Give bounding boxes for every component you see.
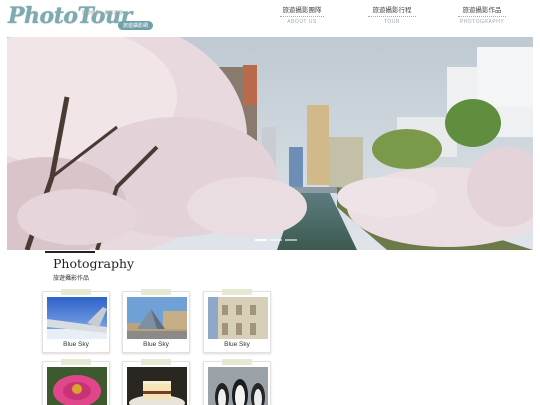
logo-text: PhotoTour	[8, 3, 132, 29]
nav-label-en: TOUR	[383, 19, 401, 25]
logo-tagline: 旅遊攝影‧攝影遊程	[82, 10, 123, 15]
slider-dot[interactable]	[255, 239, 267, 241]
nav-label-zh: 旅遊攝影行程	[368, 4, 416, 17]
site-logo[interactable]: PhotoTour 旅遊攝影‧攝影遊程 旅遊攝影網	[8, 3, 154, 34]
penguins-photo	[208, 367, 268, 405]
tape-decoration	[141, 359, 171, 365]
gallery-card[interactable]	[42, 359, 110, 405]
nav-label-zh: 旅遊攝影作品	[458, 4, 506, 17]
gallery-caption: Blue Sky	[63, 341, 89, 348]
tape-decoration	[222, 289, 252, 295]
gallery-card[interactable]: Blue Sky	[42, 289, 110, 353]
louvre-pyramid-photo	[127, 297, 187, 339]
nav-item-about-us[interactable]: 旅遊攝影團隊 ABOUT US	[280, 4, 324, 26]
tape-decoration	[141, 289, 171, 295]
nav-label-zh: 旅遊攝影團隊	[280, 4, 324, 17]
nav-item-tour[interactable]: 旅遊攝影行程 TOUR	[368, 4, 416, 26]
airplane-wing-photo	[47, 297, 107, 339]
gallery-card[interactable]: Blue Sky	[203, 289, 271, 353]
section-divider	[45, 251, 95, 253]
nav-item-photography[interactable]: 旅遊攝影作品 PHOTOGRAPHY	[458, 4, 506, 26]
slider-dot[interactable]	[285, 239, 297, 241]
building-facade-photo	[208, 297, 268, 339]
gallery-card[interactable]	[122, 359, 190, 405]
nav-label-en: ABOUT US	[287, 19, 317, 25]
tape-decoration	[61, 359, 91, 365]
gallery-card[interactable]: Blue Sky	[122, 289, 190, 353]
nav-label-en: PHOTOGRAPHY	[459, 19, 505, 25]
gallery-caption: Blue Sky	[224, 341, 250, 348]
tape-decoration	[61, 289, 91, 295]
logo-badge: 旅遊攝影網	[118, 21, 154, 30]
gallery-caption: Blue Sky	[143, 341, 169, 348]
cake-dessert-photo	[127, 367, 187, 405]
pink-flower-photo	[47, 367, 107, 405]
cherry-blossom-river-image	[7, 37, 533, 250]
section-title: Photography	[53, 256, 135, 271]
slider-dot[interactable]	[270, 239, 282, 241]
tape-decoration	[222, 359, 252, 365]
hero-slider[interactable]	[7, 37, 533, 250]
gallery-card[interactable]	[203, 359, 271, 405]
section-subtitle: 旅遊攝影作品	[53, 276, 90, 282]
